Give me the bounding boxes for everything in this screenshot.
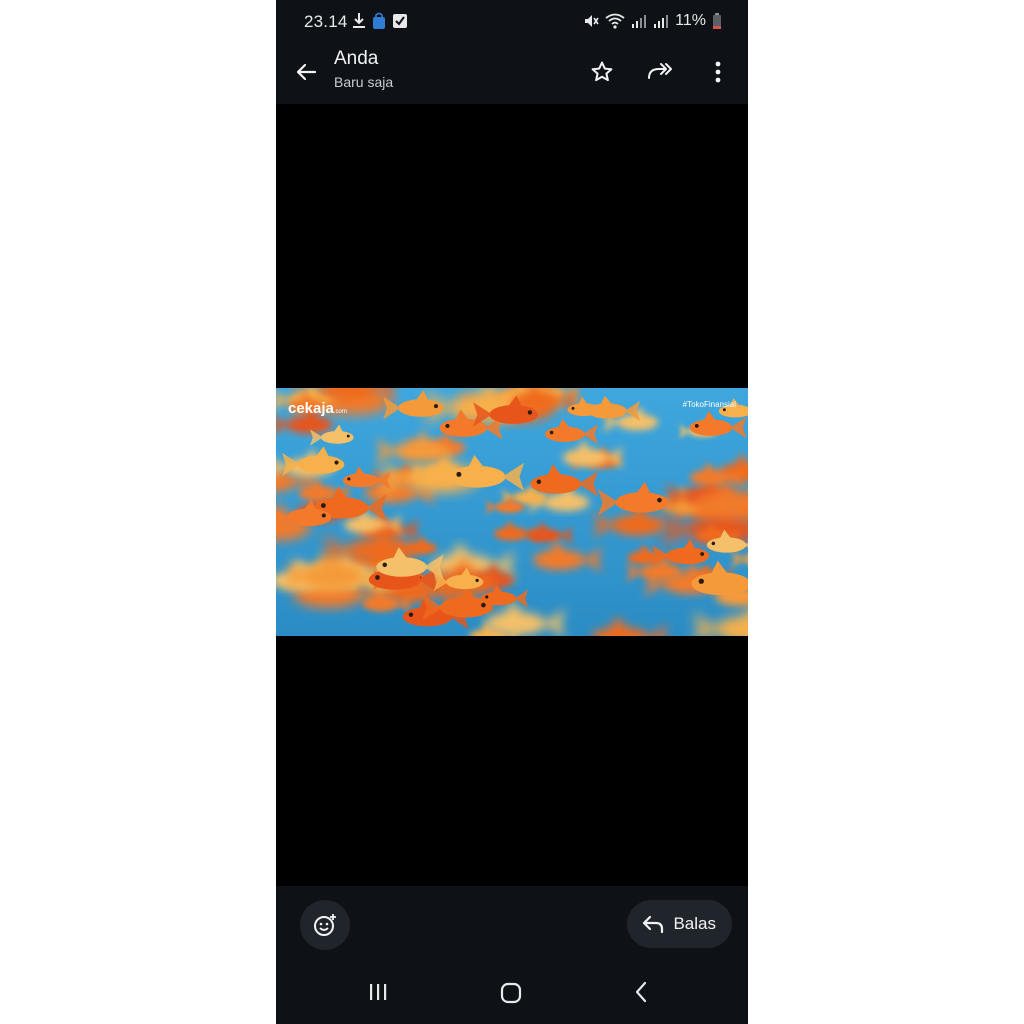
nav-back-button[interactable]	[634, 981, 648, 1008]
download-icon	[353, 13, 365, 28]
reply-button[interactable]: Balas	[627, 900, 732, 948]
status-left-icons	[352, 12, 408, 30]
wifi-icon	[605, 13, 625, 29]
chat-subtitle: Baru saja	[334, 74, 394, 90]
app-bar-actions	[586, 56, 734, 88]
forward-button[interactable]	[644, 56, 676, 88]
more-options-button[interactable]	[702, 56, 734, 88]
more-vert-icon	[715, 61, 721, 83]
battery-percent: 11%	[675, 12, 706, 29]
forward-icon	[648, 63, 672, 79]
brand-logo: cekaja.com	[288, 400, 347, 417]
star-button[interactable]	[586, 56, 618, 88]
battery-icon	[713, 13, 721, 29]
goldfish-photo	[276, 388, 748, 636]
add-reaction-icon	[314, 914, 336, 936]
app-bar: Anda Baru saja	[276, 44, 748, 104]
signal-icon	[632, 15, 647, 28]
status-right: 11%	[583, 12, 722, 30]
add-reaction-button[interactable]	[300, 900, 350, 950]
media-image[interactable]: cekaja.com #TokoFinansial	[276, 388, 748, 636]
status-bar: 23.14 11%	[276, 0, 748, 44]
hashtag-label: #TokoFinansial	[682, 400, 736, 409]
back-icon	[635, 981, 647, 1003]
reply-label: Balas	[673, 914, 716, 933]
mute-icon	[585, 15, 599, 27]
bag-icon	[373, 12, 385, 29]
status-time: 23.14	[304, 12, 348, 31]
star-icon	[591, 61, 613, 82]
home-button[interactable]	[500, 982, 522, 1009]
chat-title: Anda	[334, 48, 379, 69]
recents-icon	[370, 984, 387, 1000]
home-icon	[500, 982, 522, 1004]
back-button[interactable]	[290, 56, 322, 88]
back-arrow-icon	[296, 63, 317, 81]
check-icon	[393, 14, 407, 28]
recents-button[interactable]	[368, 982, 388, 1007]
bottom-action-bar: Balas	[276, 886, 748, 960]
reply-icon	[643, 915, 664, 934]
system-nav-bar	[276, 960, 748, 1024]
signal-icon	[654, 15, 669, 28]
phone-screen: 23.14 11% Anda Baru saja cekaja.com #Tok…	[276, 0, 748, 1024]
